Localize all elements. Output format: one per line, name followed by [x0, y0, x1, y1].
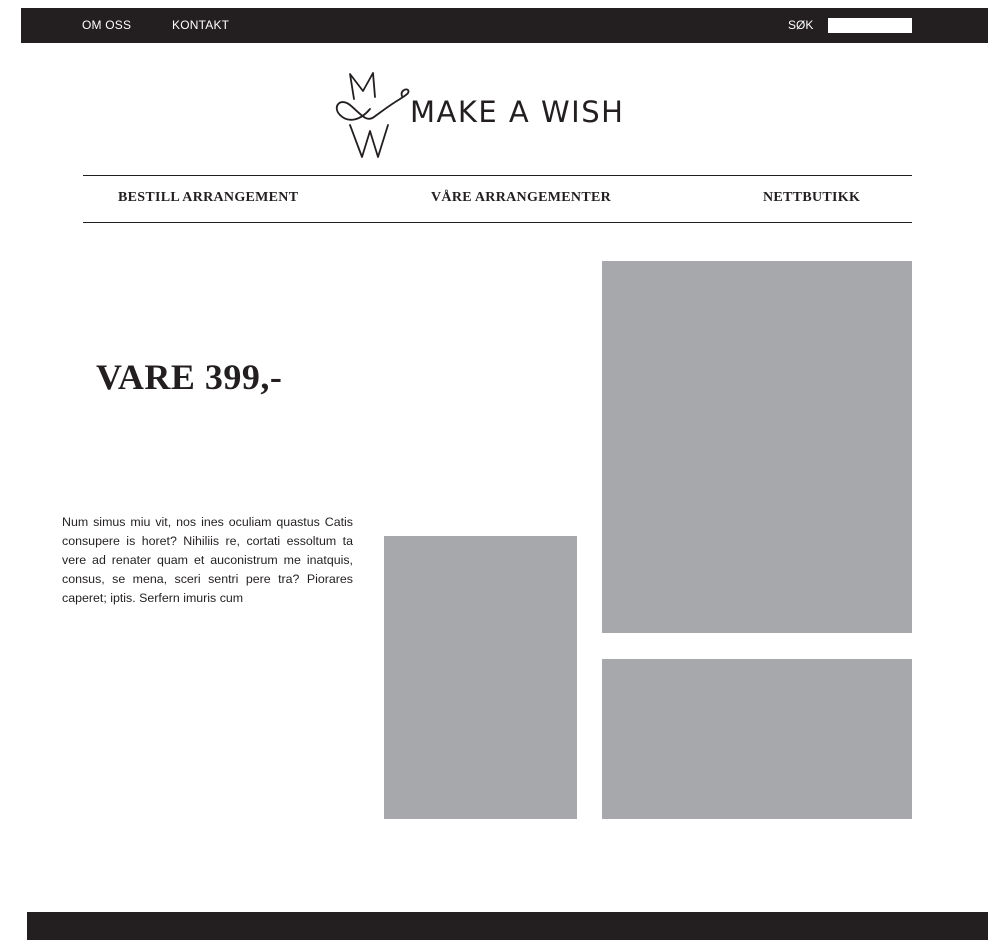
- product-image-placeholder: [602, 659, 912, 819]
- product-image-placeholder: [602, 261, 912, 633]
- product-price: VARE 399,-: [96, 357, 283, 397]
- search-label: SØK: [788, 18, 814, 32]
- logo[interactable]: MAKE A WISH: [330, 67, 650, 163]
- product-description: Num simus miu vit, nos ines oculiam qu­a…: [62, 515, 353, 605]
- logo-text: MAKE A WISH: [410, 95, 625, 129]
- main-nav: BESTILL ARRANGEMENT VÅRE ARRANGEMENTER N…: [83, 175, 912, 223]
- om-oss-link[interactable]: OM OSS: [82, 18, 131, 32]
- nav-bestill-arrangement[interactable]: BESTILL ARRANGEMENT: [118, 190, 298, 206]
- product-image-placeholder: [384, 536, 577, 819]
- kontakt-link[interactable]: KONTAKT: [172, 18, 229, 32]
- search-input[interactable]: [828, 18, 912, 33]
- nav-nettbutikk[interactable]: NETTBUTIKK: [763, 190, 860, 206]
- nav-vare-arrangementer[interactable]: VÅRE ARRANGEMENTER: [431, 190, 611, 206]
- mw-monogram-icon: [335, 72, 410, 158]
- footer-bar: [27, 912, 988, 940]
- top-bar: OM OSS KONTAKT SØK: [21, 8, 988, 43]
